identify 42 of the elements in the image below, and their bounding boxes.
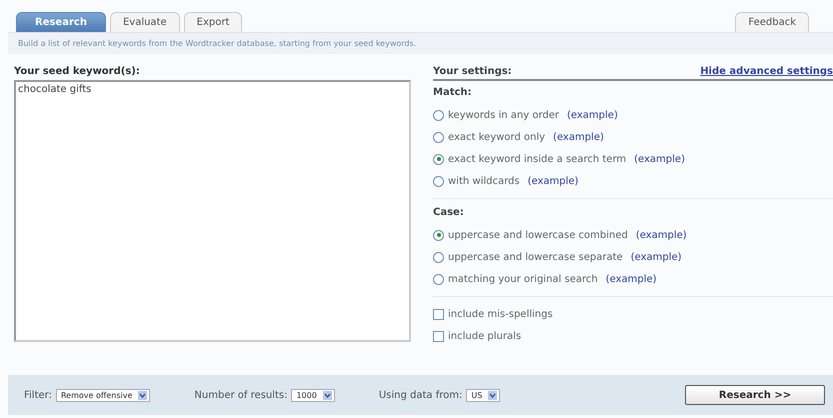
radio-button[interactable] [433, 110, 444, 120]
example-link[interactable]: (example) [528, 176, 578, 186]
option-label: with wildcards [448, 176, 520, 186]
option-label: uppercase and lowercase combined [448, 230, 628, 240]
feedback-tab[interactable]: Feedback [735, 12, 809, 32]
option-label: matching your original search [448, 274, 598, 284]
select-label: Using data from: [378, 390, 462, 400]
option-label: exact keyword only [448, 132, 546, 142]
description-bar: Build a list of relevant keywords from the Wordtracker database, starting from your seed keywords. [8, 32, 833, 54]
example-link[interactable]: (example) [553, 132, 604, 142]
dropdown[interactable]: 1000 [291, 388, 335, 402]
group-title: Match: [433, 87, 473, 98]
checkbox-label: include plurals [448, 330, 522, 342]
tab[interactable]: Export [184, 12, 242, 32]
option-label: uppercase and lowercase separate [448, 252, 623, 262]
example-link[interactable]: (example) [634, 154, 685, 164]
radio-button[interactable] [433, 154, 444, 164]
radio-button[interactable] [433, 274, 444, 284]
research-button[interactable]: Research >> [685, 385, 825, 405]
example-link[interactable]: (example) [636, 230, 687, 240]
group-title: Case: [433, 207, 465, 218]
dropdown[interactable]: US [466, 388, 500, 402]
settings-title: Your settings: [433, 66, 512, 77]
dropdown[interactable]: Remove offensive [56, 388, 150, 402]
example-link[interactable]: (example) [606, 274, 657, 284]
checkbox[interactable] [433, 330, 444, 342]
hide-settings-link[interactable]: Hide advanced settings [700, 66, 833, 77]
radio-button[interactable] [433, 132, 444, 142]
radio-button[interactable] [433, 230, 444, 240]
option-label: keywords in any order [448, 110, 559, 120]
select-label: Filter: [24, 390, 52, 400]
option-label: exact keyword inside a search term [448, 154, 626, 164]
example-link[interactable]: (example) [630, 252, 682, 262]
checkbox-label: include mis-spellings [448, 308, 553, 320]
select-label: Number of results: [194, 390, 288, 400]
radio-button[interactable] [433, 176, 444, 186]
seed-keywords-label: Your seed keyword(s): [14, 66, 141, 77]
checkbox[interactable] [433, 308, 444, 320]
tab[interactable]: Evaluate [110, 12, 180, 32]
seed-keywords-field[interactable]: chocolate gifts [14, 80, 411, 342]
radio-button[interactable] [433, 252, 444, 262]
example-link[interactable]: (example) [567, 110, 618, 120]
